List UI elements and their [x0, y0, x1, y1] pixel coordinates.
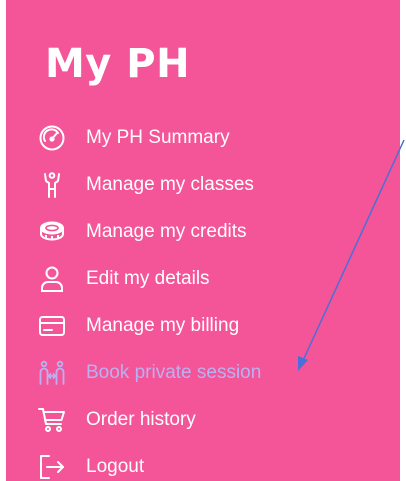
sidebar-item-logout[interactable]: Logout: [38, 449, 338, 481]
sidebar-item-my-ph-summary[interactable]: My PH Summary: [38, 120, 338, 156]
sidebar-panel: My PH My PH Summary Manage my classes Ma…: [6, 0, 400, 481]
sidebar-item-manage-my-classes[interactable]: Manage my classes: [38, 167, 338, 203]
sidebar-item-label: Manage my classes: [86, 174, 254, 195]
sidebar-item-label: Manage my billing: [86, 315, 240, 336]
sidebar-item-order-history[interactable]: Order history: [38, 402, 338, 438]
coin-stack-icon: [38, 216, 72, 248]
two-people-icon: [38, 357, 72, 389]
sidebar-item-edit-my-details[interactable]: Edit my details: [38, 261, 338, 297]
logout-icon: [38, 451, 72, 481]
sidebar-menu: My PH Summary Manage my classes Manage m…: [6, 0, 400, 481]
credit-card-icon: [38, 310, 72, 342]
sidebar-item-label: Manage my credits: [86, 221, 247, 242]
sidebar-item-label: Edit my details: [86, 268, 210, 289]
gauge-icon: [38, 122, 72, 154]
sidebar-item-manage-my-credits[interactable]: Manage my credits: [38, 214, 338, 250]
shopping-cart-icon: [38, 404, 72, 436]
sidebar-item-label: Logout: [86, 456, 145, 477]
sidebar-item-label: My PH Summary: [86, 127, 230, 148]
sidebar-item-manage-my-billing[interactable]: Manage my billing: [38, 308, 338, 344]
user-icon: [38, 263, 72, 295]
person-raised-arms-icon: [38, 169, 72, 201]
sidebar-item-book-private-session[interactable]: Book private session: [38, 355, 338, 391]
sidebar-item-label: Order history: [86, 409, 196, 430]
sidebar-item-label: Book private session: [86, 362, 262, 383]
